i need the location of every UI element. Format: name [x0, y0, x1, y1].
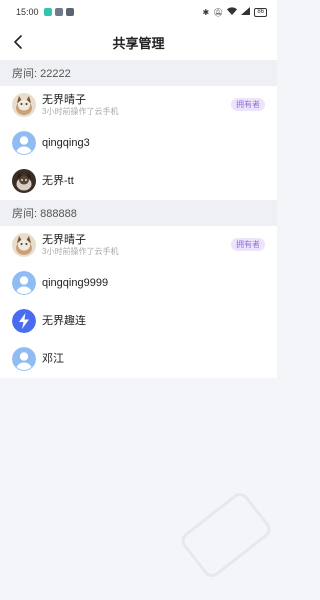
- owner-badge: 拥有者: [231, 238, 265, 251]
- top-nav: 共享管理: [0, 24, 277, 60]
- watermark: [169, 480, 283, 591]
- member-row[interactable]: 邓江: [0, 340, 277, 378]
- member-row[interactable]: 无界趣连: [0, 302, 277, 340]
- default-user-avatar-icon: [12, 271, 36, 295]
- member-row[interactable]: 无界晴子 3小时前操作了云手机 拥有者: [0, 86, 277, 124]
- default-user-avatar-icon: [12, 347, 36, 371]
- room-section: 房间: 888888 无界晴子 3小时前操作了云手机 拥有者 qingqing9…: [0, 200, 277, 378]
- app-notification-icon: [43, 8, 52, 16]
- avatar: [12, 169, 36, 193]
- back-arrow-icon[interactable]: [8, 32, 28, 52]
- member-row[interactable]: qingqing3: [0, 124, 277, 162]
- member-list: 无界晴子 3小时前操作了云手机 拥有者 qingqing3 无界-tt: [0, 86, 277, 200]
- status-left: 15:00: [16, 7, 74, 17]
- status-time: 15:00: [16, 7, 39, 17]
- wifi-icon: [227, 7, 238, 17]
- member-activity: 3小时前操作了云手机: [42, 246, 119, 256]
- battery-icon: 86: [254, 7, 267, 17]
- room-section: 房间: 22222 无界晴子 3小时前操作了云手机 拥有者 qingqing3 …: [0, 60, 277, 200]
- avatar: [12, 93, 36, 117]
- member-row[interactable]: 无界-tt: [0, 162, 277, 200]
- app-notification-icon: [54, 8, 63, 16]
- page-title: 共享管理: [112, 35, 165, 51]
- member-name: qingqing3: [42, 136, 90, 149]
- mute-icon: 🔕︎: [213, 7, 224, 17]
- room-header: 房间: 888888: [0, 200, 277, 226]
- member-row[interactable]: 无界晴子 3小时前操作了云手机 拥有者: [0, 226, 277, 264]
- member-list: 无界晴子 3小时前操作了云手机 拥有者 qingqing9999 无界趣连 邓江: [0, 226, 277, 378]
- lightning-logo-icon: [12, 309, 36, 333]
- app-notification-icon: [65, 8, 74, 16]
- status-bar: 15:00 ✱ 🔕︎ 86: [0, 0, 277, 24]
- member-activity: 3小时前操作了云手机: [42, 106, 119, 116]
- member-name: 邓江: [42, 352, 64, 365]
- member-row[interactable]: qingqing9999: [0, 264, 277, 302]
- member-name: 无界-tt: [42, 174, 74, 187]
- bluetooth-icon: ✱: [202, 7, 210, 17]
- member-name: qingqing9999: [42, 276, 109, 289]
- member-name: 无界晴子: [42, 93, 86, 106]
- signal-icon: [241, 7, 251, 17]
- default-user-avatar-icon: [12, 131, 36, 155]
- avatar: [12, 233, 36, 257]
- member-name: 无界趣连: [42, 314, 86, 327]
- member-name: 无界晴子: [42, 233, 86, 246]
- status-right: ✱ 🔕︎ 86: [202, 7, 267, 17]
- room-header: 房间: 22222: [0, 60, 277, 86]
- owner-badge: 拥有者: [231, 98, 265, 111]
